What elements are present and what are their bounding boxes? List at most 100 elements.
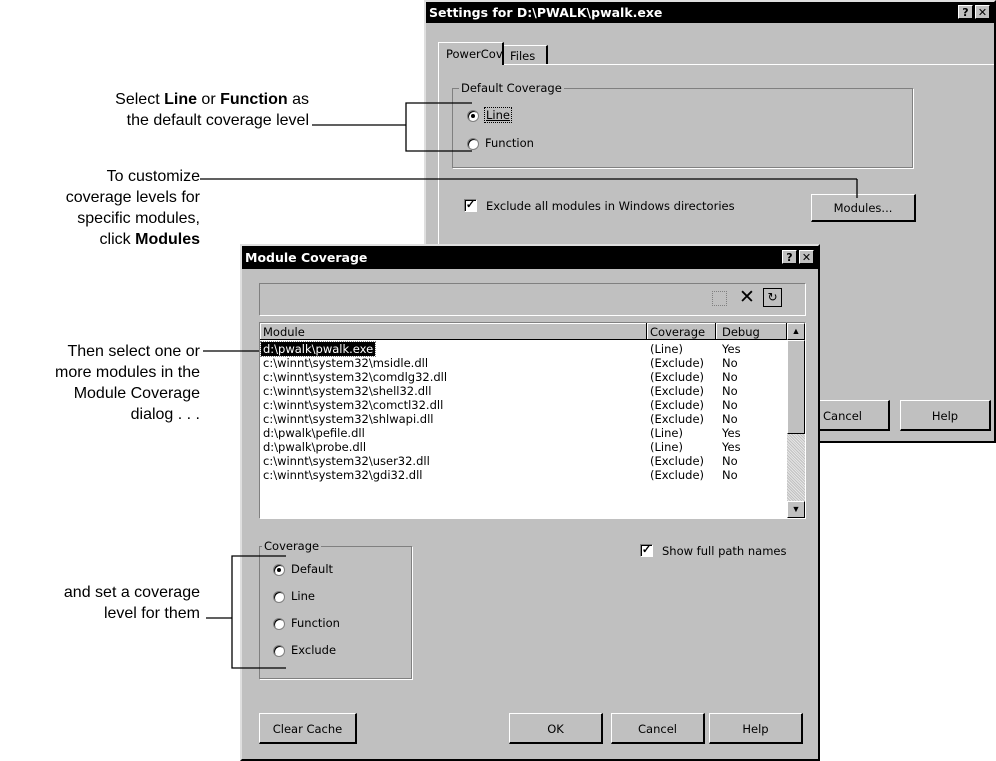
row-debug: Yes bbox=[722, 342, 741, 356]
line-radio-label[interactable]: Line bbox=[484, 107, 512, 123]
row-debug: No bbox=[722, 370, 738, 384]
ann-text: the default coverage level bbox=[126, 112, 309, 129]
settings-help-button[interactable]: Help bbox=[900, 400, 991, 431]
scroll-up-icon[interactable]: ▲ bbox=[787, 323, 805, 340]
line-radio[interactable] bbox=[273, 591, 285, 603]
ann-bold: Function bbox=[220, 91, 288, 108]
ann-text: Select bbox=[115, 91, 165, 108]
row-coverage: (Exclude) bbox=[650, 370, 705, 384]
ann-text: Then select one or bbox=[67, 343, 200, 360]
default-radio-label[interactable]: Default bbox=[291, 562, 333, 576]
cancel-label: Cancel bbox=[823, 409, 862, 423]
ann-text: specific modules, bbox=[77, 210, 200, 227]
scroll-thumb[interactable] bbox=[787, 340, 805, 434]
function-radio-label[interactable]: Function bbox=[291, 616, 340, 630]
row-coverage: (Line) bbox=[650, 342, 683, 356]
show-full-paths-checkbox[interactable]: ✓ bbox=[640, 544, 653, 557]
row-module: c:\winnt\system32\shlwapi.dll bbox=[263, 412, 434, 426]
default-coverage-group: Default Coverage Line Function bbox=[452, 81, 913, 168]
exclude-checkbox[interactable]: ✓ bbox=[464, 199, 477, 212]
ok-label: OK bbox=[547, 722, 564, 736]
row-coverage: (Line) bbox=[650, 426, 683, 440]
column-header-coverage[interactable]: Coverage bbox=[647, 323, 716, 340]
annotation-select-modules: Then select one or more modules in the M… bbox=[55, 341, 200, 425]
row-module: d:\pwalk\pwalk.exe bbox=[260, 341, 377, 357]
row-debug: No bbox=[722, 356, 738, 370]
group-label: Coverage bbox=[262, 539, 322, 553]
help-title-button[interactable]: ? bbox=[782, 250, 797, 264]
row-debug: Yes bbox=[722, 440, 741, 454]
ann-bold: Modules bbox=[135, 231, 200, 248]
row-module: c:\winnt\system32\shell32.dll bbox=[263, 384, 432, 398]
row-module: c:\winnt\system32\gdi32.dll bbox=[263, 468, 423, 482]
ann-text: coverage levels for bbox=[65, 189, 200, 206]
row-coverage: (Exclude) bbox=[650, 454, 705, 468]
row-module: d:\pwalk\pefile.dll bbox=[263, 426, 365, 440]
help-title-button[interactable]: ? bbox=[958, 5, 973, 19]
row-module: d:\pwalk\probe.dll bbox=[263, 440, 367, 454]
ann-text: or bbox=[196, 91, 221, 108]
show-full-paths-label[interactable]: Show full path names bbox=[662, 544, 786, 558]
new-icon[interactable] bbox=[712, 291, 727, 306]
help-button[interactable]: Help bbox=[709, 713, 803, 744]
row-module: c:\winnt\system32\user32.dll bbox=[263, 454, 430, 468]
ann-text: as bbox=[287, 91, 309, 108]
module-list[interactable]: Module Coverage Debug d:\pwalk\pwalk.exe… bbox=[259, 322, 806, 519]
ok-button[interactable]: OK bbox=[509, 713, 603, 744]
list-scrollbar[interactable]: ▲ ▼ bbox=[787, 323, 805, 518]
ann-text: level for them bbox=[103, 605, 200, 622]
tab-files[interactable]: Files bbox=[504, 45, 548, 65]
scroll-down-icon[interactable]: ▼ bbox=[787, 501, 805, 518]
exclude-label[interactable]: Exclude all modules in Windows directori… bbox=[486, 199, 735, 213]
close-icon[interactable]: ✕ bbox=[799, 250, 814, 264]
close-icon[interactable]: ✕ bbox=[975, 5, 990, 19]
cancel-button[interactable]: Cancel bbox=[611, 713, 705, 744]
row-coverage: (Exclude) bbox=[650, 412, 705, 426]
column-header-module[interactable]: Module bbox=[260, 323, 647, 340]
row-module: c:\winnt\system32\comctl32.dll bbox=[263, 398, 444, 412]
exclude-radio[interactable] bbox=[273, 645, 285, 657]
row-debug: No bbox=[722, 412, 738, 426]
clear-cache-label: Clear Cache bbox=[272, 722, 343, 736]
settings-title: Settings for D:\PWALK\pwalk.exe bbox=[429, 5, 663, 20]
module-title: Module Coverage bbox=[245, 250, 368, 265]
row-coverage: (Line) bbox=[650, 440, 683, 454]
row-debug: Yes bbox=[722, 426, 741, 440]
row-module: c:\winnt\system32\comdlg32.dll bbox=[263, 370, 448, 384]
line-radio[interactable] bbox=[467, 110, 479, 122]
function-radio-label[interactable]: Function bbox=[485, 136, 534, 150]
row-coverage: (Exclude) bbox=[650, 356, 705, 370]
clear-cache-button[interactable]: Clear Cache bbox=[259, 713, 357, 744]
annotation-set-level: and set a coverage level for them bbox=[64, 582, 200, 624]
ann-text: click bbox=[99, 231, 136, 248]
list-rows: d:\pwalk\pwalk.exe (Line) Yes c:\winnt\sys… bbox=[260, 341, 787, 517]
delete-icon[interactable]: ✕ bbox=[735, 286, 759, 309]
modules-button-label: Modules... bbox=[833, 201, 893, 215]
help-label: Help bbox=[742, 722, 769, 736]
row-module: c:\winnt\system32\msidle.dll bbox=[263, 356, 429, 370]
tab-label: PowerCov bbox=[446, 47, 503, 61]
refresh-icon[interactable]: ↻ bbox=[763, 288, 782, 307]
ann-text: Module Coverage bbox=[73, 385, 200, 402]
row-coverage: (Exclude) bbox=[650, 468, 705, 482]
cancel-label: Cancel bbox=[638, 722, 677, 736]
row-coverage: (Exclude) bbox=[650, 398, 705, 412]
help-label: Help bbox=[931, 409, 959, 423]
tab-powercov[interactable]: PowerCov bbox=[438, 42, 504, 65]
module-coverage-dialog: Module Coverage ? ✕ ✕ ↻ Module Coverage … bbox=[240, 244, 820, 761]
settings-title-bar: Settings for D:\PWALK\pwalk.exe ? ✕ bbox=[426, 2, 994, 23]
line-radio-label[interactable]: Line bbox=[291, 589, 315, 603]
ann-text: To customize bbox=[106, 168, 200, 185]
ann-text: more modules in the bbox=[55, 364, 200, 381]
exclude-radio-label[interactable]: Exclude bbox=[291, 643, 336, 657]
ann-text: and set a coverage bbox=[63, 584, 200, 601]
modules-button[interactable]: Modules... bbox=[811, 194, 916, 222]
column-label: Debug bbox=[722, 325, 760, 339]
function-radio[interactable] bbox=[273, 618, 285, 630]
column-header-debug[interactable]: Debug bbox=[716, 323, 787, 340]
default-radio[interactable] bbox=[273, 564, 285, 576]
function-radio[interactable] bbox=[467, 138, 479, 150]
list-header: Module Coverage Debug bbox=[260, 323, 787, 340]
module-title-bar: Module Coverage ? ✕ bbox=[242, 246, 818, 269]
column-label: Module bbox=[263, 325, 305, 339]
